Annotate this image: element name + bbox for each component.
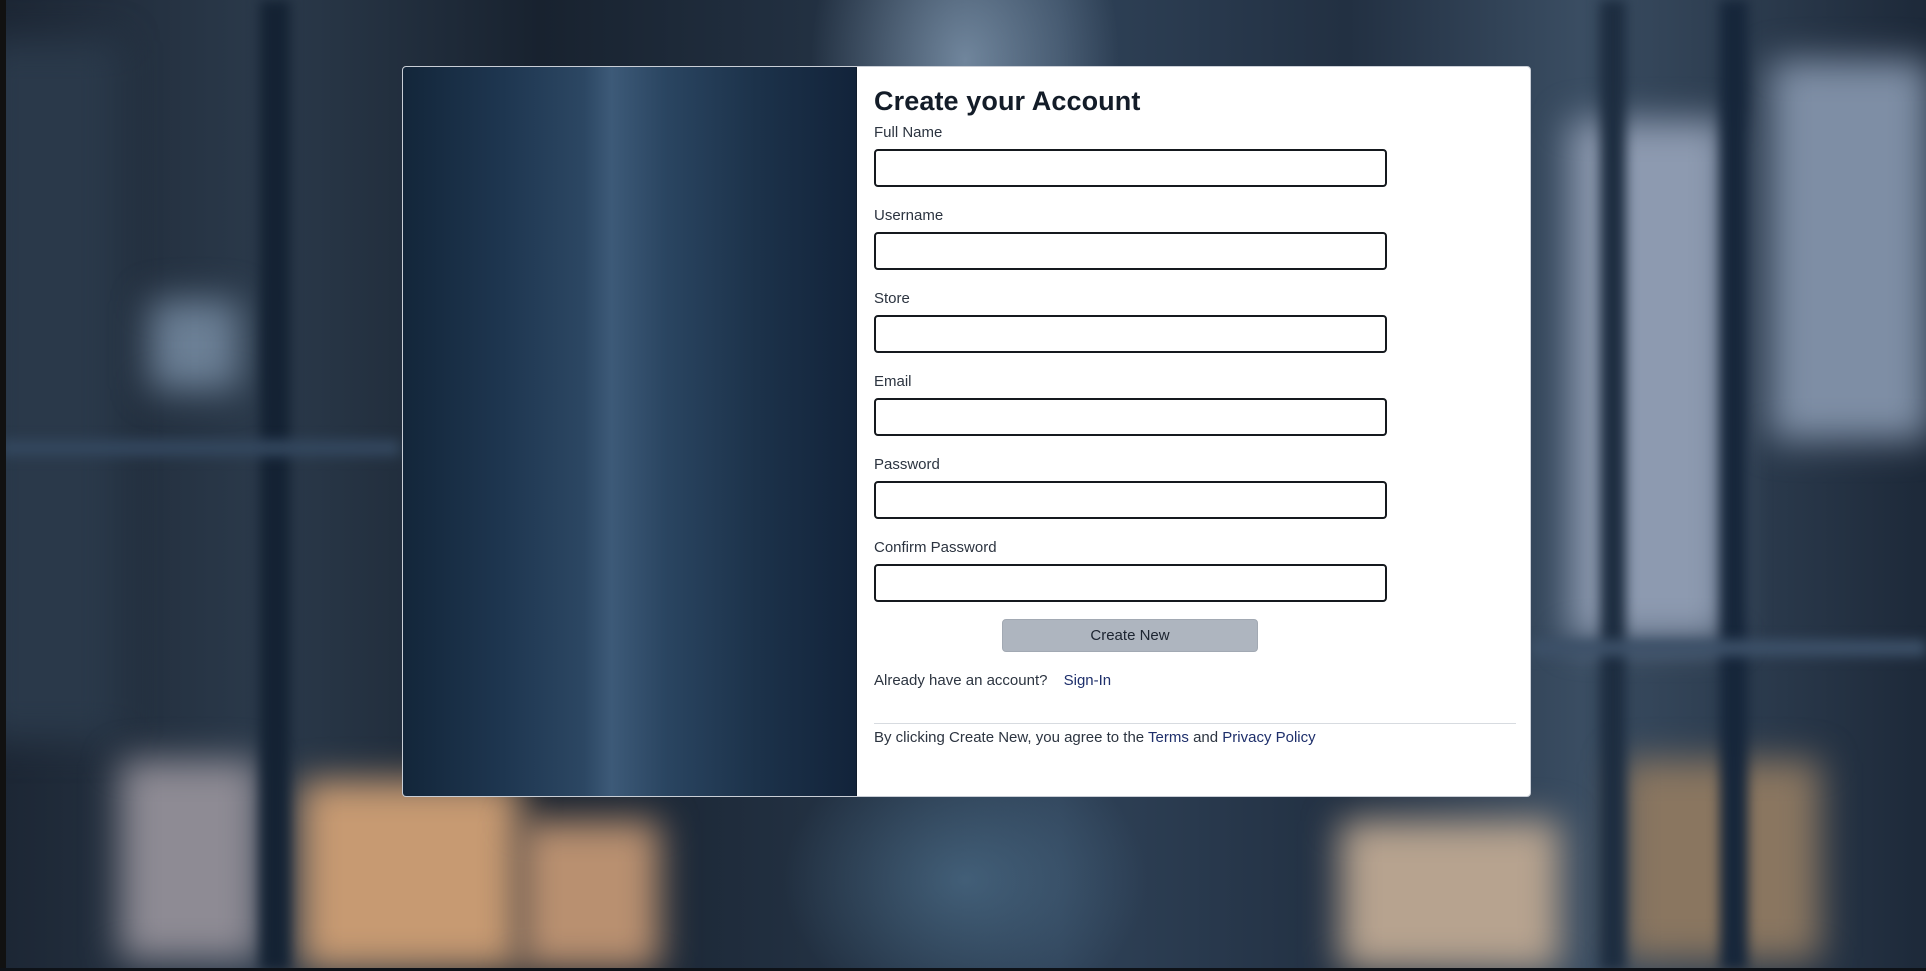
create-new-button[interactable]: Create New	[1002, 619, 1258, 652]
signup-card: Create your Account Full Name Username S…	[402, 66, 1531, 797]
email-input[interactable]	[874, 398, 1387, 436]
page-title: Create your Account	[874, 86, 1141, 116]
privacy-policy-link[interactable]: Privacy Policy	[1222, 729, 1315, 746]
store-label: Store	[874, 290, 910, 307]
password-input[interactable]	[874, 481, 1387, 519]
terms-and-text: and	[1193, 729, 1219, 746]
full-name-label: Full Name	[874, 124, 943, 141]
signup-form: Create your Account Full Name Username S…	[857, 67, 1530, 796]
window-left-edge	[0, 0, 6, 971]
terms-notice: By clicking Create New, you agree to the…	[874, 728, 1316, 748]
signin-prompt-text: Already have an account?	[874, 672, 1048, 689]
username-label: Username	[874, 207, 944, 224]
divider	[874, 723, 1516, 724]
terms-link[interactable]: Terms	[1148, 729, 1189, 746]
terms-prefix-text: By clicking Create New, you agree to the	[874, 729, 1145, 746]
username-input[interactable]	[874, 232, 1387, 270]
store-input[interactable]	[874, 315, 1387, 353]
confirm-password-label: Confirm Password	[874, 539, 997, 556]
decorative-side-panel	[403, 67, 857, 796]
signin-link[interactable]: Sign-In	[1064, 672, 1112, 689]
signin-prompt-row: Already have an account? Sign-In	[874, 671, 1530, 691]
password-label: Password	[874, 456, 940, 473]
confirm-password-input[interactable]	[874, 564, 1387, 602]
full-name-input[interactable]	[874, 149, 1387, 187]
email-label: Email	[874, 373, 912, 390]
